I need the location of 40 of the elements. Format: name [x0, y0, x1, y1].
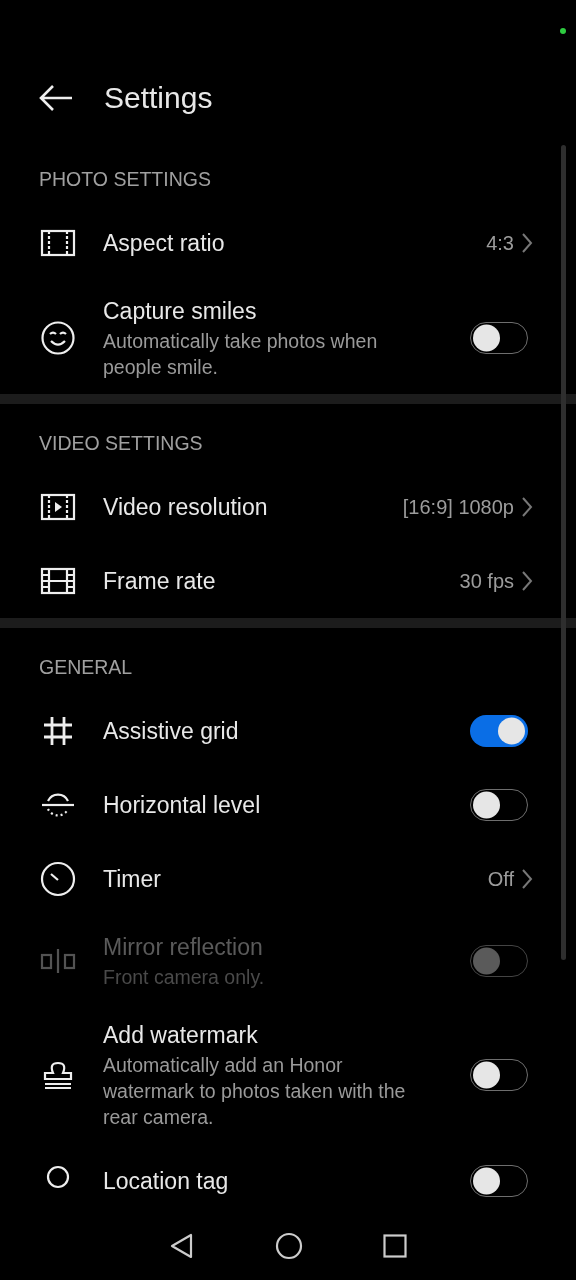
status-dot — [560, 28, 566, 34]
section-header: PHOTO SETTINGS — [38, 167, 212, 192]
setting-title: Aspect ratio — [103, 229, 226, 258]
setting-value[interactable]: 4:3 — [486, 231, 514, 255]
chevron-icon — [520, 232, 534, 254]
setting-title: Video resolution — [103, 493, 269, 522]
setting-description: Front camera only. — [103, 965, 266, 990]
video-play-icon — [40, 493, 76, 521]
setting-description: Automatically add an Honor watermark to photos taken with the rear camera. — [103, 1053, 407, 1130]
setting-title: Add watermark — [103, 1021, 259, 1050]
setting-title: Timer — [103, 865, 162, 894]
setting-value[interactable]: [16:9] 1080p — [402, 495, 514, 519]
setting-title: Assistive grid — [103, 717, 240, 746]
toggle-switch[interactable] — [470, 715, 528, 747]
home-nav-button[interactable] — [275, 1231, 303, 1260]
toggle-switch[interactable] — [470, 789, 528, 821]
setting-title: Location tag — [103, 1167, 230, 1196]
setting-title: Capture smiles — [103, 297, 258, 326]
section-header: VIDEO SETTINGS — [38, 431, 204, 456]
timer-icon — [40, 861, 76, 897]
chevron-icon — [520, 570, 534, 592]
setting-value[interactable]: 30 fps — [459, 569, 514, 593]
back-nav-button[interactable] — [169, 1231, 195, 1260]
chevron-icon — [520, 868, 534, 890]
recents-nav-button[interactable] — [383, 1233, 407, 1258]
mirror-icon — [40, 947, 76, 975]
setting-value[interactable]: Off — [487, 867, 514, 891]
toggle-switch[interactable] — [470, 1059, 528, 1091]
film-icon — [40, 567, 76, 595]
chevron-icon — [520, 496, 534, 518]
page-title: Settings — [104, 81, 213, 115]
setting-description: Automatically take photos when people smile. — [103, 329, 379, 380]
smiley-icon — [40, 320, 76, 356]
section-header: GENERAL — [38, 655, 134, 680]
setting-title: Horizontal level — [103, 791, 262, 820]
toggle-switch[interactable] — [470, 322, 528, 354]
setting-title: Frame rate — [103, 567, 217, 596]
frame-icon — [40, 229, 76, 257]
toggle-switch[interactable] — [470, 1165, 528, 1197]
setting-title: Mirror reflection — [103, 933, 264, 962]
